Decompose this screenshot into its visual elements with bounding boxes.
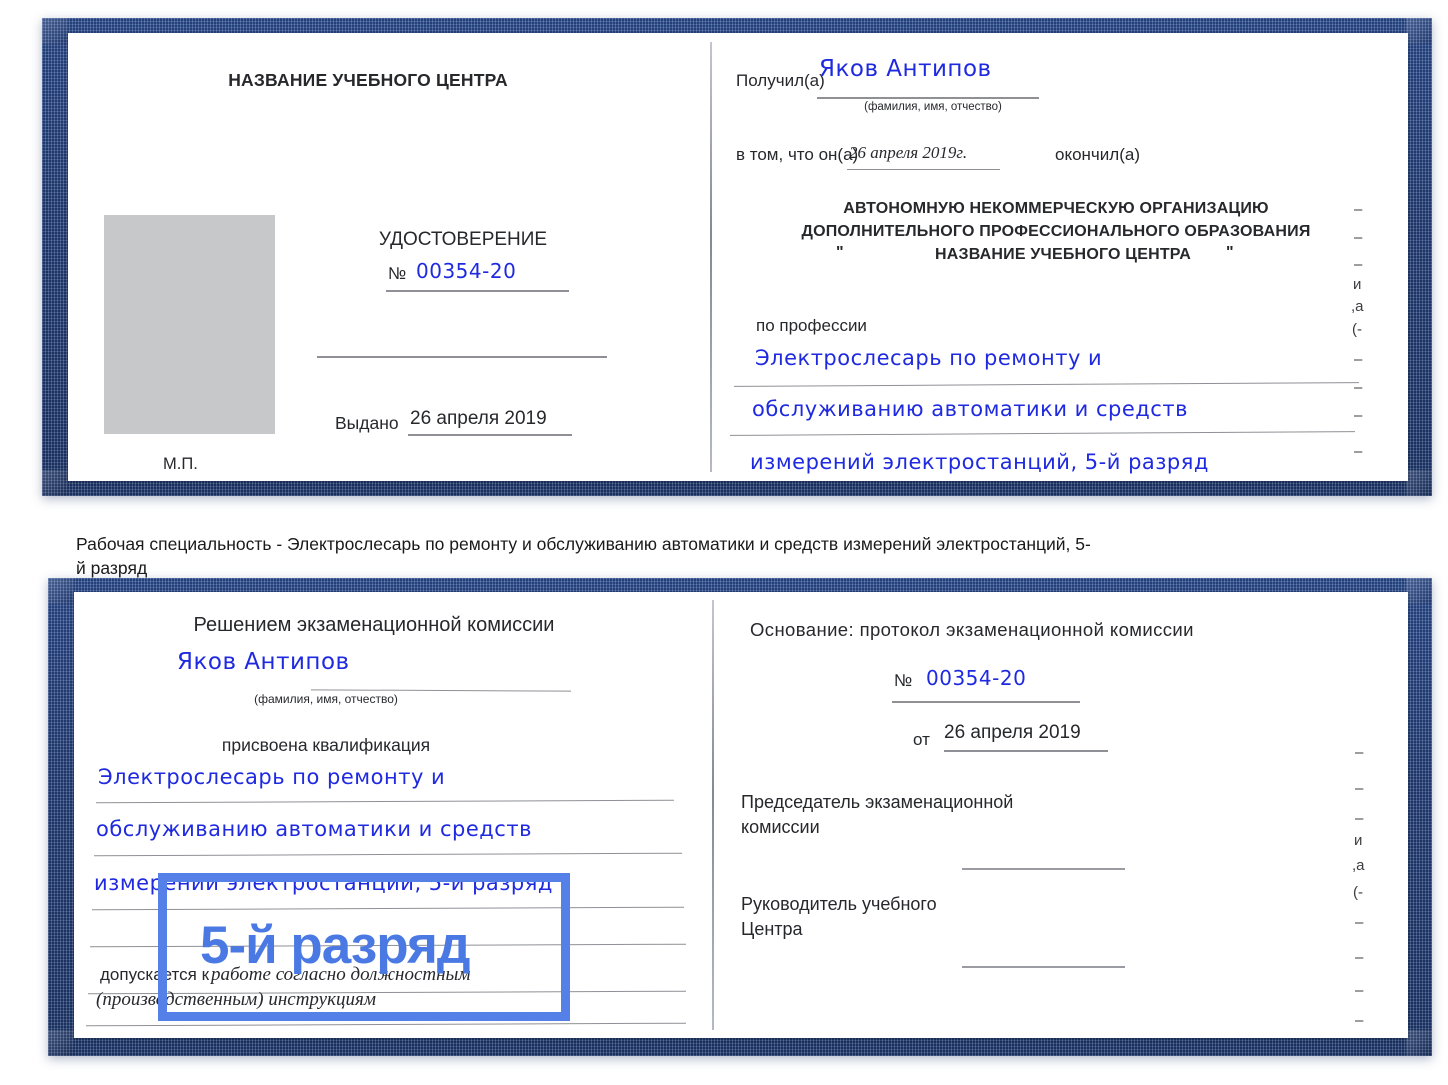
admitted-label: допускается к [100, 965, 210, 984]
highlight-label: 5-й разряд [200, 916, 471, 975]
blank-rule-middle [317, 356, 607, 358]
chairman-signature-rule [962, 868, 1125, 870]
edge2-fragment-dash-3: – [1355, 810, 1364, 827]
cover2-corner-fold-tr [1406, 578, 1432, 604]
certificate-number-value: 00354-20 [416, 259, 517, 283]
edge2-fragment-dash-2: – [1355, 780, 1364, 797]
completion-date-value: 26 апреля 2019г. [849, 143, 968, 162]
issue-date-rule [408, 434, 572, 436]
edge-fragment-dash-1: – [1354, 201, 1363, 218]
received-name-value: Яков Антипов [819, 56, 992, 82]
protocol-date-value: 26 апреля 2019 [944, 722, 1081, 743]
booklet-bottom-right-page: Основание: протокол экзаменационной коми… [714, 592, 1408, 1038]
qualified-person-name: Яков Антипов [177, 649, 350, 675]
edge2-fragment-dash-5: – [1355, 949, 1364, 966]
commission-decision-header: Решением экзаменационной комиссии [193, 614, 555, 636]
qualification-rule-2 [94, 852, 682, 857]
protocol-number-label: № [894, 671, 913, 690]
cover2-corner-fold-br [1406, 1030, 1432, 1056]
document-title: УДОСТОВЕРЕНИЕ [378, 229, 548, 250]
edge2-fragment-i: и [1354, 832, 1363, 849]
edge-fragment-dash-5: – [1354, 379, 1363, 396]
issue-date-label: Выдано [335, 413, 399, 433]
edge2-fragment-dash-7: – [1355, 1012, 1364, 1029]
seal-label: М.П. [163, 455, 198, 473]
cover-corner-fold-br [1406, 470, 1432, 496]
edge2-fragment-dash-4: – [1355, 914, 1364, 931]
edge2-fragment-paren: (- [1353, 884, 1363, 901]
edge-fragment-paren: (- [1352, 321, 1362, 338]
certificate-number-rule [386, 290, 569, 292]
photo-placeholder [104, 215, 275, 434]
chairman-label-line-1: Председатель экзаменационной [741, 792, 1014, 812]
cover-corner-fold-tl [42, 18, 68, 44]
protocol-date-rule [944, 750, 1108, 752]
issue-date-value: 26 апреля 2019 [410, 408, 547, 429]
name-hint-bottom: (фамилия, имя, отчество) [254, 692, 398, 706]
edge-fragment-dash-4: – [1354, 351, 1363, 368]
director-label-line-2: Центра [741, 919, 803, 939]
qualification-rule-1 [96, 799, 674, 804]
edge-fragment-a: ,а [1351, 298, 1364, 315]
edge-fragment-dash-2: – [1354, 229, 1363, 246]
org-quote-open: " [836, 244, 844, 261]
chairman-label-line-2: комиссии [741, 817, 820, 837]
protocol-date-label: от [913, 730, 930, 749]
booklet-top-left-page: НАЗВАНИЕ УЧЕБНОГО ЦЕНТРА УДОСТОВЕРЕНИЕ №… [68, 33, 710, 481]
director-label-line-1: Руководитель учебного [741, 894, 937, 914]
cover-corner-fold-tr [1406, 18, 1432, 44]
finished-label: окончил(а) [1055, 145, 1140, 164]
cover-corner-fold-bl [42, 470, 68, 496]
profession-line-3: измерений электростанций, 5-й разряд [750, 450, 1209, 474]
profession-rule-1 [734, 382, 1359, 387]
edge2-fragment-dash-6: – [1355, 982, 1364, 999]
admitted-rule-2 [86, 1022, 686, 1027]
certificate-number-label: № [388, 264, 407, 283]
name-hint-top: (фамилия, имя, отчество) [864, 101, 1002, 113]
cover2-corner-fold-bl [48, 1030, 74, 1056]
qualification-line-3: измерений электростанций, 5-й разряд [94, 871, 553, 895]
edge-fragment-dash-3: – [1354, 256, 1363, 273]
protocol-number-rule [892, 701, 1080, 703]
completion-date-rule [847, 169, 1000, 170]
qualification-rule-3 [92, 906, 684, 911]
director-signature-rule [962, 966, 1125, 968]
edge2-fragment-a: ,а [1352, 857, 1365, 874]
qualification-line-1: Электрослесарь по ремонту и [98, 765, 446, 789]
qualification-line-2: обслуживанию автоматики и средств [96, 817, 532, 841]
org-quote-close: " [1226, 244, 1234, 261]
org-line-1: АВТОНОМНУЮ НЕКОММЕРЧЕСКУЮ ОРГАНИЗАЦИЮ [843, 200, 1269, 217]
page-caption: Рабочая специальность - Электрослесарь п… [76, 534, 1091, 578]
edge2-fragment-dash-1: – [1355, 744, 1364, 761]
edge-fragment-dash-6: – [1354, 407, 1363, 424]
in-that-label: в том, что он(а) [736, 145, 859, 164]
training-center-header: НАЗВАНИЕ УЧЕБНОГО ЦЕНТРА [228, 70, 508, 90]
protocol-number-value: 00354-20 [926, 666, 1027, 690]
booklet-top-right-page: Получил(а) Яков Антипов (фамилия, имя, о… [712, 33, 1408, 481]
profession-line-2: обслуживанию автоматики и средств [752, 397, 1188, 421]
received-label: Получил(а) [736, 71, 825, 90]
profession-line-1: Электрослесарь по ремонту и [755, 346, 1103, 370]
screenshot-root: НАЗВАНИЕ УЧЕБНОГО ЦЕНТРА УДОСТОВЕРЕНИЕ №… [0, 0, 1448, 1085]
profession-rule-2 [730, 431, 1355, 436]
qualification-label: присвоена квалификация [221, 735, 431, 755]
received-name-rule [817, 97, 1039, 99]
org-line-3: НАЗВАНИЕ УЧЕБНОГО ЦЕНТРА [934, 246, 1192, 263]
admitted-value-line-2: (производственным) инструкциям [96, 989, 376, 1010]
cover2-corner-fold-tl [48, 578, 74, 604]
profession-label: по профессии [756, 316, 867, 335]
org-line-2: ДОПОЛНИТЕЛЬНОГО ПРОФЕССИОНАЛЬНОГО ОБРАЗО… [801, 223, 1311, 240]
edge-fragment-i: и [1353, 276, 1362, 293]
edge-fragment-dash-7: – [1354, 443, 1363, 460]
basis-label: Основание: протокол экзаменационной коми… [750, 619, 1194, 640]
